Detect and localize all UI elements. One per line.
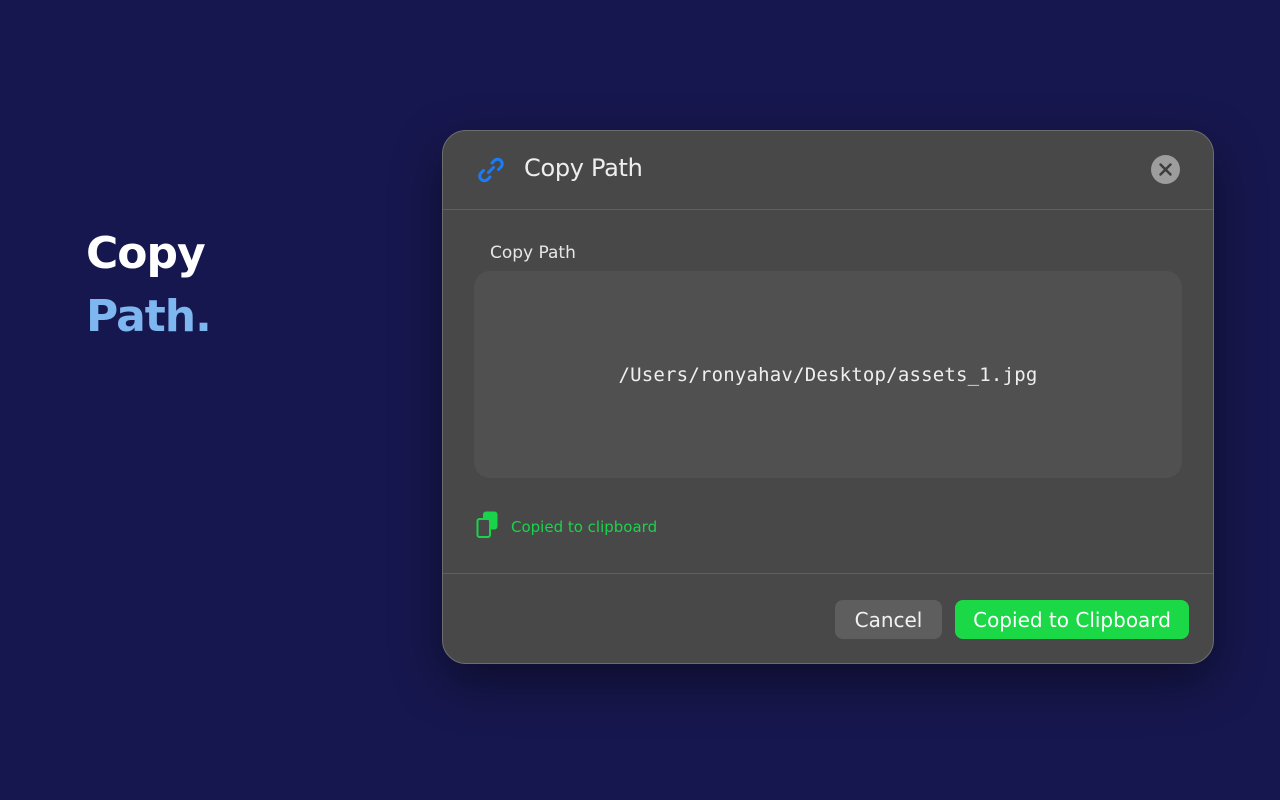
- cancel-button[interactable]: Cancel: [835, 600, 942, 639]
- dialog-title: Copy Path: [524, 154, 643, 182]
- copy-status: Copied to clipboard: [476, 511, 658, 544]
- footer-divider: [443, 573, 1213, 574]
- hero-line-1: Copy: [86, 228, 206, 279]
- path-display[interactable]: /Users/ronyahav/Desktop/assets_1.jpg: [474, 271, 1182, 478]
- path-field-label: Copy Path: [490, 243, 576, 263]
- dialog-header: Copy Path: [443, 131, 1213, 210]
- hero-line-2: Path.: [86, 291, 212, 342]
- close-icon: [1159, 163, 1172, 176]
- copy-path-dialog: Copy Path Copy Path /Users/ronyahav/Desk…: [442, 130, 1214, 664]
- close-button[interactable]: [1151, 155, 1180, 184]
- path-value: /Users/ronyahav/Desktop/assets_1.jpg: [618, 363, 1038, 386]
- status-text: Copied to clipboard: [511, 518, 658, 536]
- copy-to-clipboard-button[interactable]: Copied to Clipboard: [955, 600, 1189, 639]
- link-icon: [475, 154, 507, 186]
- clipboard-icon: [476, 511, 498, 544]
- hero-heading: Copy Path.: [86, 222, 212, 348]
